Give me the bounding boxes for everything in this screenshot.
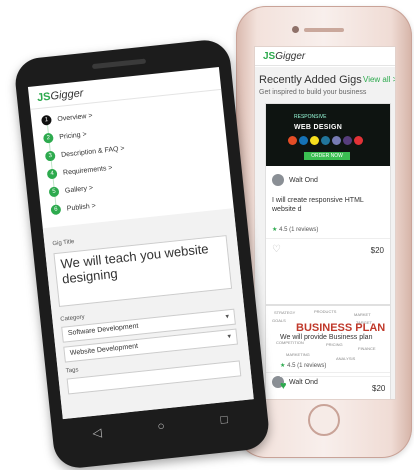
chevron-down-icon: ▾ [227,333,232,341]
gig-card[interactable]: RESPONSIVE WEB DESIGN ORDER NOW Walt Ond… [265,103,391,305]
gig-title[interactable]: I will create responsive HTML website d [272,196,384,214]
order-now-button: ORDER NOW [304,152,350,160]
heart-icon[interactable]: ♡ [272,244,281,255]
section-subtitle: Get inspired to build your business [259,89,367,96]
card-divider [280,376,390,377]
angular-icon [354,136,363,145]
gig-rating: ★ 4.5 (1 reviews) [272,226,318,233]
seller-info[interactable]: Walt Ond [272,174,318,186]
step-requirements[interactable]: 4 Requirements > [46,163,113,180]
android-screen: JSGigger 1 Overview > 2 Pricing > 3 Desc… [27,66,254,420]
html-icon [288,136,297,145]
bootstrap-icon [343,136,352,145]
back-icon[interactable]: ◁ [92,425,103,440]
js-icon [310,136,319,145]
recents-icon[interactable]: □ [220,412,229,427]
step-gallery[interactable]: 5 Gallery > [48,183,94,198]
step-label: Gallery > [64,184,94,195]
gig-price: $20 [370,246,384,255]
php-icon [332,136,341,145]
step-label: Publish > [66,202,97,213]
step-pricing[interactable]: 2 Pricing > [42,129,87,144]
star-icon: ★ [280,363,286,369]
app-logo[interactable]: JSGigger [37,87,84,104]
tech-icons [288,136,363,145]
gig-banner-image: RESPONSIVE WEB DESIGN ORDER NOW [266,104,390,166]
category-value: Software Development [67,322,139,338]
rating-value: 4.5 [279,227,288,233]
step-number: 6 [50,204,62,216]
android-device: JSGigger 1 Overview > 2 Pricing > 3 Desc… [13,37,271,470]
step-label: Pricing > [58,130,87,141]
gig-title[interactable]: We will provide Business plan [280,334,372,341]
header-divider [255,65,395,66]
seller-name: Walt Ond [289,176,318,184]
home-icon[interactable]: ○ [157,419,166,434]
gig-steps: 1 Overview > 2 Pricing > 3 Description &… [37,95,228,223]
avatar [272,174,284,186]
gig-card-details: We will provide Business plan ★ 4.5 (1 r… [280,330,404,400]
subcategory-value: Website Development [69,342,139,358]
app-logo[interactable]: JSGigger [263,51,305,62]
section-title: Recently Added Gigs [259,74,362,86]
step-label: Description & FAQ > [60,144,125,159]
card-divider [266,238,390,239]
step-description-faq[interactable]: 3 Description & FAQ > [44,143,125,162]
step-label: Requirements > [62,164,113,177]
step-number: 1 [41,114,52,126]
step-overview[interactable]: 1 Overview > [41,110,93,126]
banner-subtitle: RESPONSIVE [294,114,327,120]
step-label: Overview > [57,111,93,123]
review-count: (1 reviews) [289,227,319,233]
banner-title: WEB DESIGN [294,124,343,131]
view-all-link[interactable]: View all > [363,75,395,84]
step-number: 2 [42,132,54,144]
step-number: 3 [44,150,56,162]
step-publish[interactable]: 6 Publish > [50,201,96,216]
home-button[interactable] [308,404,340,436]
rating-value: 4.5 [287,363,296,369]
review-count: (1 reviews) [297,363,327,369]
speaker [91,58,147,70]
step-number: 4 [46,168,58,180]
css-icon [299,136,308,145]
chevron-down-icon: ▾ [225,313,230,321]
speaker [304,28,344,32]
step-number: 5 [48,186,60,198]
heart-icon[interactable]: ♥ [280,380,287,392]
star-icon: ★ [272,227,278,233]
gig-price: $20 [372,384,386,393]
wordpress-icon [321,136,330,145]
gig-rating: ★ 4.5 (1 reviews) [280,362,326,369]
camera-icon [292,26,299,33]
